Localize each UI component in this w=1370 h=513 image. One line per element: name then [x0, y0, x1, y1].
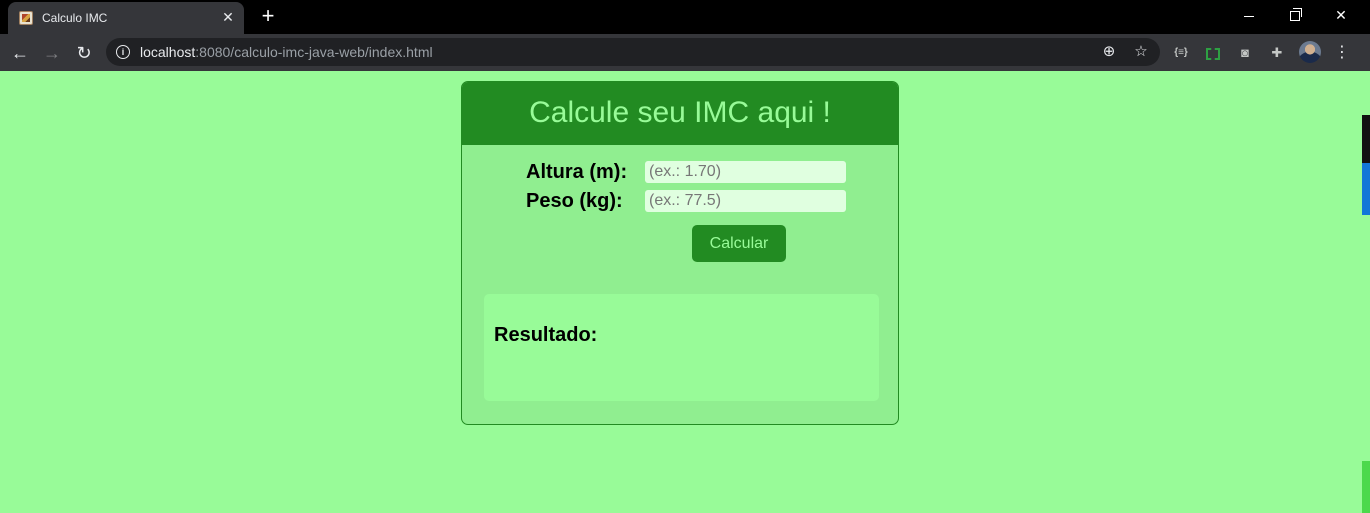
camera-icon[interactable]: ◙ [1234, 42, 1256, 64]
browser-tab[interactable]: Calculo IMC ✕ [8, 2, 244, 34]
minimize-icon [1244, 15, 1254, 17]
forward-button[interactable]: → [40, 41, 64, 65]
altura-label: Altura (m): [526, 161, 628, 183]
info-icon[interactable]: i [116, 45, 130, 59]
star-icon[interactable]: ☆ [1131, 42, 1151, 62]
favicon-icon [19, 11, 33, 25]
url-host: localhost [140, 44, 196, 60]
browser-toolbar: ← → ↻ i localhost:8080/calculo-imc-java-… [0, 34, 1370, 71]
tab-title: Calculo IMC [42, 11, 108, 25]
close-tab-icon[interactable]: ✕ [220, 9, 236, 25]
scrollbar-thumb[interactable] [1362, 163, 1370, 215]
url-path: :8080/calculo-imc-java-web/index.html [195, 44, 433, 60]
card-header: Calcule seu IMC aqui ! [462, 82, 898, 145]
address-bar[interactable]: i localhost:8080/calculo-imc-java-web/in… [106, 38, 1160, 66]
restore-icon [1290, 8, 1302, 22]
altura-input[interactable] [645, 161, 846, 183]
result-label: Resultado: [494, 324, 598, 346]
close-window-button[interactable]: ✕ [1318, 0, 1364, 32]
peso-input[interactable] [645, 190, 846, 212]
calcular-button[interactable]: Calcular [692, 225, 786, 262]
restore-button[interactable] [1272, 0, 1318, 32]
page-viewport: Calcule seu IMC aqui ! Altura (m): Peso … [0, 71, 1362, 513]
result-box: Resultado: [484, 294, 879, 401]
imc-card: Calcule seu IMC aqui ! Altura (m): Peso … [461, 81, 899, 425]
scrollbar-segment [1362, 461, 1370, 513]
reload-button[interactable]: ↻ [72, 41, 96, 65]
zoom-icon[interactable]: ⊕ [1099, 42, 1119, 62]
browser-titlebar: Calculo IMC ✕ + ✕ [0, 0, 1370, 34]
menu-dots-icon[interactable]: ⋮ [1332, 42, 1352, 64]
puzzle-icon[interactable]: ✚ [1266, 42, 1288, 64]
page-scrollbar[interactable] [1362, 71, 1370, 513]
peso-label: Peso (kg): [526, 190, 623, 212]
profile-avatar[interactable] [1299, 41, 1321, 63]
screen-capture-extension-icon[interactable] [1202, 42, 1224, 64]
minimize-button[interactable] [1226, 0, 1272, 32]
url-text[interactable]: localhost:8080/calculo-imc-java-web/inde… [140, 44, 433, 60]
back-button[interactable]: ← [8, 41, 32, 65]
scrollbar-segment [1362, 115, 1370, 163]
new-tab-button[interactable]: + [257, 5, 279, 27]
json-viewer-extension-icon[interactable]: {≡} [1170, 42, 1192, 64]
page-title: Calcule seu IMC aqui ! [529, 96, 831, 129]
